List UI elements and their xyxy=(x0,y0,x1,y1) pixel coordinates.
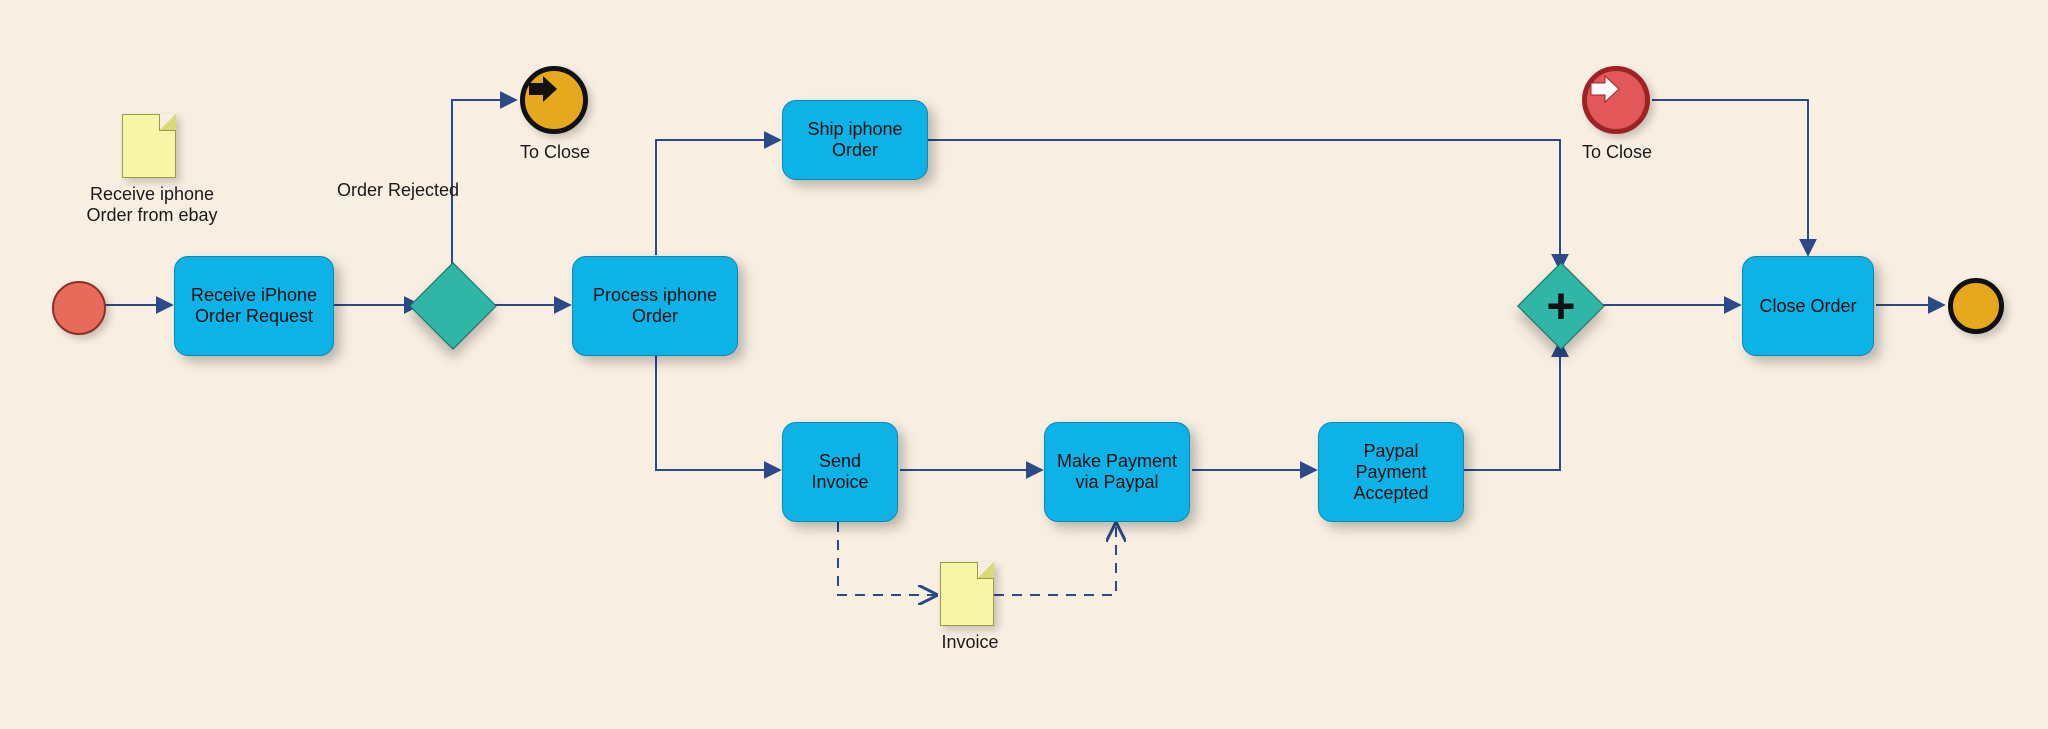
link-catch-label: To Close xyxy=(1572,142,1662,163)
link-throw-label: To Close xyxy=(510,142,600,163)
task-receive-order[interactable]: Receive iPhone Order Request xyxy=(174,256,334,356)
gateway-parallel-join[interactable]: + xyxy=(1517,262,1605,350)
start-event[interactable] xyxy=(52,281,106,335)
data-object-receive-order xyxy=(122,114,176,178)
task-label: Close Order xyxy=(1759,296,1856,317)
link-catch-to-close[interactable] xyxy=(1582,66,1650,134)
task-label: Send Invoice xyxy=(791,451,889,493)
link-throw-to-close[interactable] xyxy=(520,66,588,134)
task-process-order[interactable]: Process iphone Order xyxy=(572,256,738,356)
task-label: Paypal Payment Accepted xyxy=(1327,441,1455,504)
data-object-invoice-label: Invoice xyxy=(930,632,1010,653)
data-object-invoice xyxy=(940,562,994,626)
plus-icon: + xyxy=(1531,276,1591,336)
gateway-decision[interactable] xyxy=(409,262,497,350)
end-event[interactable] xyxy=(1948,278,2004,334)
task-close-order[interactable]: Close Order xyxy=(1742,256,1874,356)
task-make-payment[interactable]: Make Payment via Paypal xyxy=(1044,422,1190,522)
arrow-right-icon xyxy=(525,71,561,107)
task-ship-order[interactable]: Ship iphone Order xyxy=(782,100,928,180)
task-label: Process iphone Order xyxy=(581,285,729,327)
flow-connectors xyxy=(0,0,2048,729)
task-label: Receive iPhone Order Request xyxy=(183,285,325,327)
task-label: Ship iphone Order xyxy=(791,119,919,161)
task-label: Make Payment via Paypal xyxy=(1053,451,1181,493)
task-payment-accepted[interactable]: Paypal Payment Accepted xyxy=(1318,422,1464,522)
task-send-invoice[interactable]: Send Invoice xyxy=(782,422,898,522)
edge-label-order-rejected: Order Rejected xyxy=(318,180,478,201)
data-object-receive-order-label: Receive iphone Order from ebay xyxy=(82,184,222,226)
arrow-right-icon xyxy=(1587,71,1623,107)
